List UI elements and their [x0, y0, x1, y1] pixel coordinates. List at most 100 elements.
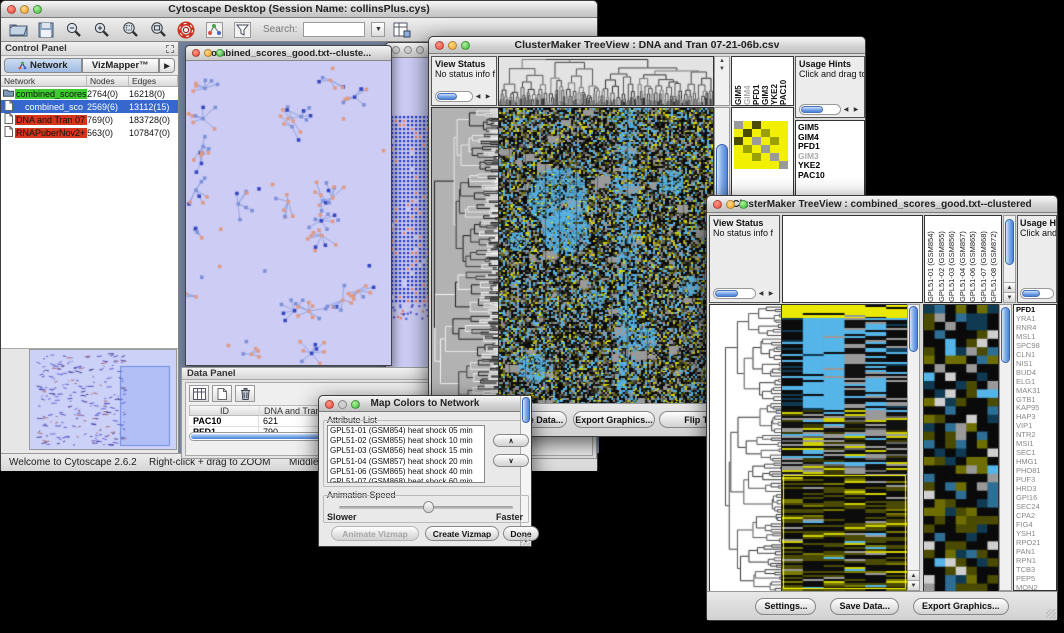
zoom-button[interactable]	[216, 49, 224, 57]
minimize-button[interactable]	[726, 200, 735, 209]
close-button[interactable]	[325, 400, 334, 409]
treeview1-titlebar[interactable]: ClusterMaker TreeView : DNA and Tran 07-…	[429, 37, 865, 54]
row-label[interactable]: PFD1	[798, 142, 864, 152]
minimize-button[interactable]	[20, 5, 29, 14]
search-input[interactable]	[303, 22, 365, 37]
gene-label[interactable]: HRD3	[1016, 485, 1056, 494]
zoom-button[interactable]	[461, 41, 470, 50]
gene-label[interactable]: YSH1	[1016, 530, 1056, 539]
new-attribute-icon[interactable]	[212, 385, 232, 402]
window-controls[interactable]	[7, 5, 42, 14]
gene-label[interactable]: TCB3	[1016, 566, 1056, 575]
settings-button[interactable]: Settings...	[755, 598, 816, 615]
col-nodes[interactable]: Nodes	[87, 76, 129, 86]
network-view-icon[interactable]	[203, 20, 225, 40]
gene-label[interactable]: PEP5	[1016, 575, 1056, 584]
zoom-heatmap[interactable]	[923, 304, 999, 593]
column-label[interactable]: GIM5	[734, 57, 743, 105]
treeview2-titlebar[interactable]: ClusterMaker TreeView : combined_scores_…	[707, 196, 1057, 213]
heatmap-vscrollbar[interactable]: ▲ ▼	[907, 304, 920, 591]
tab-network[interactable]: Network	[4, 58, 82, 73]
gene-label[interactable]: PAN1	[1016, 548, 1056, 557]
gene-label[interactable]: RPO21	[1016, 539, 1056, 548]
gene-label[interactable]: NTR2	[1016, 431, 1056, 440]
column-label[interactable]: GPL51-08 (GSM872)	[989, 216, 1000, 302]
gene-label[interactable]: RNR4	[1016, 324, 1056, 333]
delete-attribute-trash-icon[interactable]	[235, 385, 255, 402]
gene-label[interactable]: YRA1	[1016, 315, 1056, 324]
minimize-button[interactable]	[404, 46, 412, 54]
zoom-button[interactable]	[33, 5, 42, 14]
gene-label[interactable]: MAK31	[1016, 387, 1056, 396]
zoom-out-icon[interactable]	[63, 20, 85, 40]
export-graphics-button[interactable]: Export Graphics...	[573, 411, 655, 428]
gene-label[interactable]: MSL1	[1016, 333, 1056, 342]
minimize-button[interactable]	[448, 41, 457, 50]
gene-label[interactable]: CPA2	[1016, 512, 1056, 521]
zoom-button[interactable]	[351, 400, 360, 409]
search-dropdown-arrow[interactable]: ▼	[371, 22, 385, 37]
gene-label[interactable]: PFD1	[1016, 306, 1056, 315]
zoom-in-icon[interactable]	[91, 20, 113, 40]
attribute-list-item[interactable]: GPL51-06 (GSM865) heat shock 40 min	[328, 467, 484, 477]
gene-label[interactable]: PUF3	[1016, 476, 1056, 485]
attribute-list-item[interactable]: GPL51-02 (GSM855) heat shock 10 min	[328, 436, 484, 446]
network-row[interactable]: DNA and Tran 07 769(0) 183728(0)	[1, 113, 178, 126]
column-dendrogram[interactable]	[498, 56, 714, 106]
gene-label[interactable]: GTB1	[1016, 396, 1056, 405]
animation-speed-slider[interactable]	[339, 506, 513, 509]
column-label[interactable]: GPL51-06 (GSM865)	[968, 216, 979, 302]
column-label[interactable]: GIM3	[761, 57, 770, 105]
row-dendrogram[interactable]	[431, 107, 499, 404]
network-row[interactable]: RNAPuberNov2+ 563(0) 107847(0)	[1, 126, 178, 139]
col-network[interactable]: Network	[1, 76, 87, 86]
column-label[interactable]: YKE2	[770, 57, 779, 105]
gene-label[interactable]: MSI1	[1016, 440, 1056, 449]
usage-hints-scrollbar[interactable]	[1020, 287, 1054, 299]
column-tree-scrollbar[interactable]: ▲▼	[714, 56, 730, 106]
gene-label[interactable]: ELG1	[1016, 378, 1056, 387]
attribute-list-item[interactable]: GPL51-01 (GSM854) heat shock 05 min	[328, 426, 484, 436]
gene-label[interactable]: CLN1	[1016, 351, 1056, 360]
float-panel-icon[interactable]	[166, 45, 174, 53]
zoom-heatmap-matrix[interactable]	[734, 121, 788, 169]
gene-label[interactable]: GPI16	[1016, 494, 1056, 503]
gene-label[interactable]: SPC98	[1016, 342, 1056, 351]
open-session-button[interactable]	[7, 20, 29, 40]
gene-label[interactable]: SEC1	[1016, 449, 1056, 458]
gene-label[interactable]: FIG4	[1016, 521, 1056, 530]
close-button[interactable]	[713, 200, 722, 209]
attribute-browser-icon[interactable]	[391, 20, 413, 40]
export-graphics-button[interactable]: Export Graphics...	[913, 598, 1009, 615]
column-label[interactable]: GPL51-03 (GSM856)	[947, 216, 958, 302]
column-label[interactable]: GIM4	[743, 57, 752, 105]
resize-grip[interactable]	[520, 535, 530, 545]
row-label[interactable]: GIM5	[798, 123, 864, 133]
network-row[interactable]: combined_scores 2764(0) 16218(0)	[1, 87, 178, 100]
tab-vizmapper[interactable]: VizMapper™	[82, 58, 160, 73]
row-label[interactable]: PAC10	[798, 171, 864, 181]
help-lifering-icon[interactable]	[175, 20, 197, 40]
column-labels-scrollbar[interactable]: ▲ ▼	[1003, 215, 1016, 303]
dialog-titlebar[interactable]: Map Colors to Network	[319, 396, 531, 412]
close-button[interactable]	[7, 5, 16, 14]
save-data-button[interactable]: Save Data...	[830, 598, 899, 615]
gene-list-scrollbar[interactable]	[999, 304, 1012, 591]
select-attributes-icon[interactable]	[189, 385, 209, 402]
usage-hints-scrollbar[interactable]: ◀▶	[799, 103, 861, 115]
network-window-1-titlebar[interactable]: combined_scores_good.txt--cluste...	[186, 46, 391, 61]
attribute-list-scrollbar[interactable]: ▲ ▼	[520, 396, 531, 546]
gene-label[interactable]: RPN1	[1016, 557, 1056, 566]
network-canvas-1[interactable]	[186, 61, 391, 365]
row-label[interactable]: GIM3	[798, 152, 864, 162]
save-session-button[interactable]	[35, 20, 57, 40]
column-label[interactable]: GPL51-02 (GSM855)	[937, 216, 948, 302]
resize-grip[interactable]	[1046, 609, 1056, 619]
zoom-fit-icon[interactable]	[147, 20, 169, 40]
global-heatmap[interactable]	[498, 107, 714, 404]
animate-vizmap-button[interactable]: Animate Vizmap	[331, 526, 419, 541]
row-dendrogram[interactable]	[709, 304, 782, 593]
col-edges[interactable]: Edges	[129, 76, 178, 86]
tab-overflow-arrow[interactable]: ▶	[159, 58, 175, 73]
view-status-scrollbar[interactable]: ◀▶	[435, 90, 493, 102]
